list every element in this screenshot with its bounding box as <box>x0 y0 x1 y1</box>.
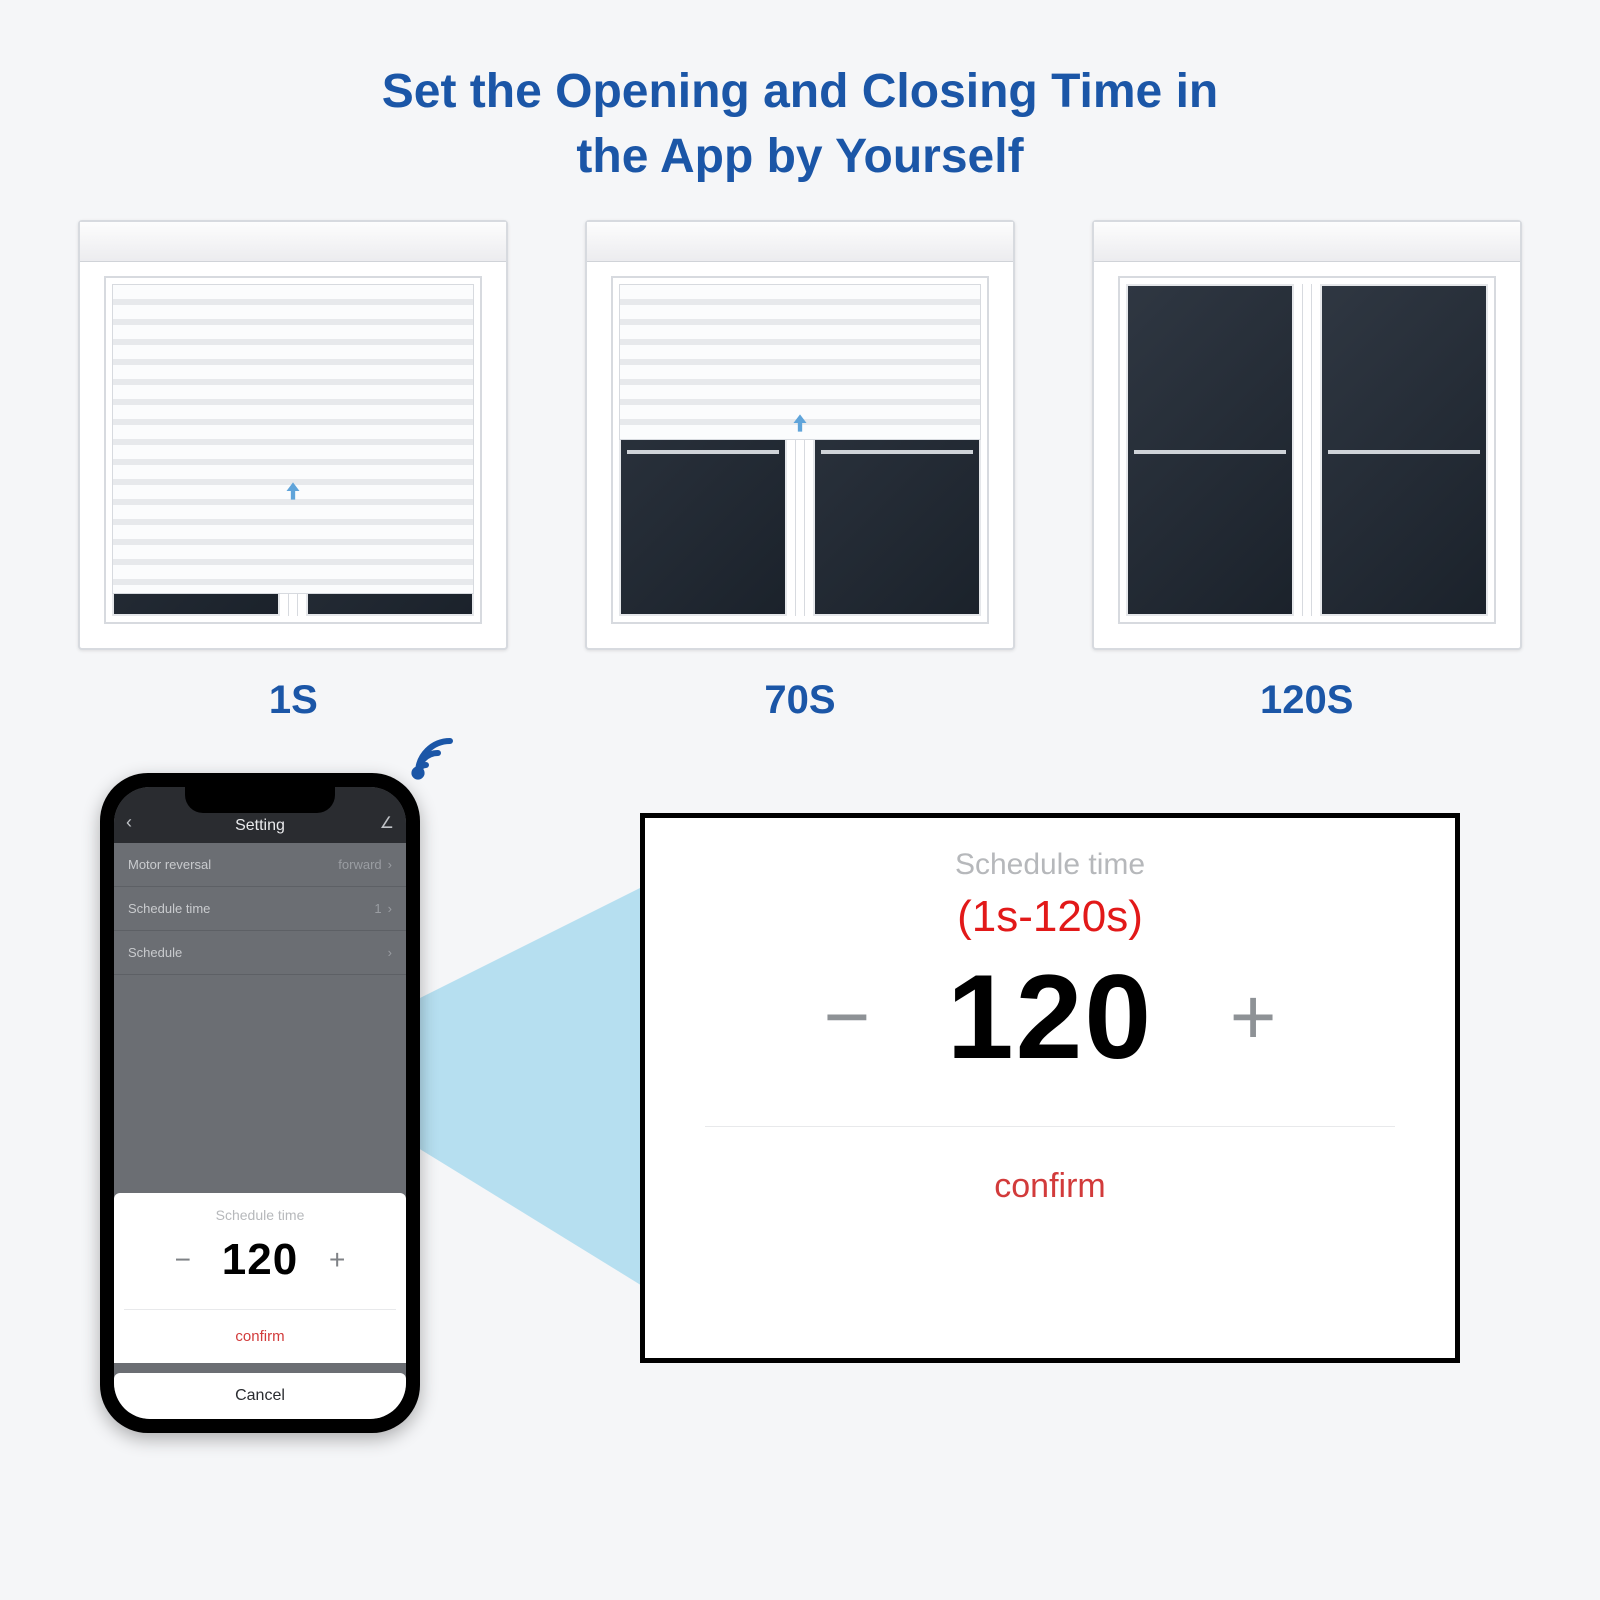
time-label-1s: 1S <box>269 678 318 723</box>
shutter-valance <box>1094 222 1520 262</box>
time-label-70s: 70S <box>764 678 835 723</box>
phone-notch <box>185 787 335 813</box>
settings-list: Motor reversal forward › Schedule time 1 ›… <box>114 843 406 975</box>
lower-section: ‹ Setting ∠ Motor reversal forward › Sche… <box>40 743 1560 1493</box>
window-divider <box>1302 284 1312 616</box>
window-unit-1s: 1S <box>60 220 527 723</box>
window-frame <box>78 220 508 650</box>
row-label: Schedule <box>128 945 182 960</box>
plus-button[interactable]: + <box>322 1244 352 1276</box>
inner-window <box>100 272 486 628</box>
schedule-time-sheet: Schedule time − 120 + confirm <box>114 1193 406 1363</box>
back-icon[interactable]: ‹ <box>126 812 132 833</box>
inner-window <box>607 272 993 628</box>
arrow-up-icon <box>787 410 813 436</box>
window-pane <box>1320 284 1488 616</box>
inner-window <box>1114 272 1500 628</box>
schedule-time-popup-enlarged: Schedule time (1s-120s) − 120 + confirm <box>640 813 1460 1363</box>
stepper: − 120 + <box>124 1235 396 1285</box>
phone-screen: ‹ Setting ∠ Motor reversal forward › Sche… <box>114 787 406 1419</box>
confirm-button[interactable]: confirm <box>685 1127 1415 1226</box>
minus-button[interactable]: − <box>817 977 877 1057</box>
arrow-up-icon <box>280 478 306 504</box>
stepper-value: 120 <box>222 1235 298 1285</box>
confirm-button[interactable]: confirm <box>124 1309 396 1363</box>
row-value: 1 <box>374 901 381 916</box>
shutter-valance <box>80 222 506 262</box>
stepper: − 120 + <box>685 948 1415 1086</box>
row-label: Schedule time <box>128 901 210 916</box>
stepper-value: 120 <box>947 948 1153 1086</box>
shutter-closed <box>112 284 474 594</box>
minus-button[interactable]: − <box>168 1244 198 1276</box>
cancel-button[interactable]: Cancel <box>114 1373 406 1419</box>
shutter-valance <box>587 222 1013 262</box>
chevron-right-icon: › <box>388 857 392 872</box>
edit-icon[interactable]: ∠ <box>380 813 394 833</box>
plus-button[interactable]: + <box>1223 977 1283 1057</box>
chevron-right-icon: › <box>388 945 392 960</box>
row-label: Motor reversal <box>128 857 211 872</box>
headline-line1: Set the Opening and Closing Time in <box>382 65 1219 118</box>
wifi-icon <box>410 733 458 786</box>
window-frame <box>585 220 1015 650</box>
headline-line2: the App by Yourself <box>576 130 1023 183</box>
popup-title: Schedule time <box>685 848 1415 882</box>
row-value: forward <box>338 857 381 872</box>
sheet-title: Schedule time <box>124 1207 396 1223</box>
popup-range-label: (1s-120s) <box>685 892 1415 942</box>
page-title: Set the Opening and Closing Time in the … <box>40 60 1560 190</box>
row-schedule-time[interactable]: Schedule time 1 › <box>114 887 406 931</box>
row-motor-reversal[interactable]: Motor reversal forward › <box>114 843 406 887</box>
windows-row: 1S 70S <box>40 220 1560 723</box>
time-label-120s: 120S <box>1260 678 1353 723</box>
chevron-right-icon: › <box>388 901 392 916</box>
window-frame <box>1092 220 1522 650</box>
phone-mockup: ‹ Setting ∠ Motor reversal forward › Sche… <box>100 773 420 1433</box>
window-unit-120s: 120S <box>1073 220 1540 723</box>
row-schedule[interactable]: Schedule › <box>114 931 406 975</box>
window-unit-70s: 70S <box>567 220 1034 723</box>
app-header-title: Setting <box>235 817 285 835</box>
window-pane <box>1126 284 1294 616</box>
projection-beam <box>410 873 670 1303</box>
